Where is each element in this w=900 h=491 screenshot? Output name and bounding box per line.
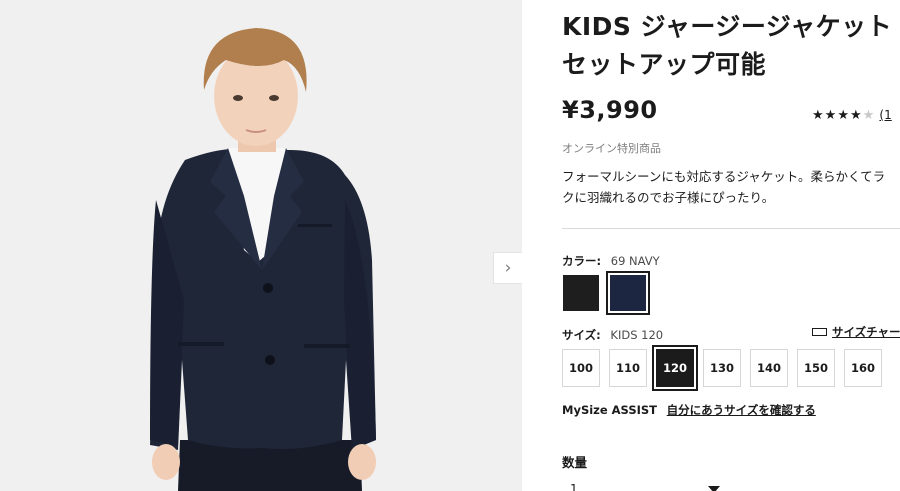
rating[interactable]: ★★★★★ (1 [812, 108, 892, 123]
size-option-130[interactable]: 130 [703, 349, 741, 387]
star-filled-icon: ★ [812, 108, 825, 123]
color-swatch-navy[interactable] [606, 271, 650, 315]
size-option-100[interactable]: 100 [562, 349, 600, 387]
star-filled-icon: ★ [849, 108, 863, 123]
size-option-150[interactable]: 150 [797, 349, 835, 387]
color-label: カラー: 69 NAVY [562, 253, 660, 269]
size-option-160[interactable]: 160 [844, 349, 882, 387]
size-label-key: サイズ: [562, 328, 601, 342]
online-only-label: オンライン特別商品 [562, 142, 661, 155]
size-chart-label: サイズチャー [832, 325, 900, 339]
divider [562, 228, 900, 229]
star-empty-icon: ★ [862, 108, 876, 123]
size-option-110[interactable]: 110 [609, 349, 647, 387]
size-option-140[interactable]: 140 [750, 349, 788, 387]
mysize-assist: MySize ASSIST 自分にあうサイズを確認する [562, 402, 816, 418]
product-title-line1: KIDS ジャージージャケット [562, 12, 893, 41]
product-price: ¥3,990 [562, 96, 658, 124]
size-option-120[interactable]: 120 [652, 345, 698, 391]
product-title-line2: セットアップ可能 [562, 50, 767, 79]
product-image: › [0, 0, 522, 491]
description-line2: クに羽織れるのでお子様にぴったり。 [562, 190, 775, 205]
product-info: KIDS ジャージージャケット セットアップ可能 ¥3,990 ★★★★★ (1… [562, 0, 900, 491]
quantity-select[interactable]: 1 [562, 478, 722, 491]
quantity-label: 数量 [562, 455, 588, 470]
size-label: サイズ: KIDS 120 [562, 327, 663, 343]
mysize-check-link[interactable]: 自分にあうサイズを確認する [667, 403, 816, 417]
color-selected-value: 69 NAVY [610, 254, 660, 268]
size-selected-value: KIDS 120 [610, 328, 664, 342]
product-description: フォーマルシーンにも対応するジャケット。柔らかくてラ クに羽織れるのでお子様にぴ… [562, 166, 900, 208]
chevron-right-icon: › [504, 258, 512, 278]
image-next-button[interactable]: › [493, 252, 522, 284]
mysize-brand: MySize ASSIST [562, 403, 658, 417]
quantity-value: 1 [570, 482, 578, 491]
ruler-icon [812, 327, 827, 336]
description-line1: フォーマルシーンにも対応するジャケット。柔らかくてラ [562, 169, 886, 184]
size-chart-link[interactable]: サイズチャー [812, 324, 900, 340]
product-title: KIDS ジャージージャケット セットアップ可能 [562, 8, 900, 84]
review-count[interactable]: (1 [879, 108, 891, 122]
product-photo [0, 0, 522, 491]
chevron-down-icon [708, 486, 720, 491]
color-swatch-black[interactable] [563, 275, 599, 311]
color-label-key: カラー: [562, 254, 602, 268]
star-filled-icon: ★ [824, 108, 838, 123]
star-filled-icon: ★ [837, 108, 850, 123]
